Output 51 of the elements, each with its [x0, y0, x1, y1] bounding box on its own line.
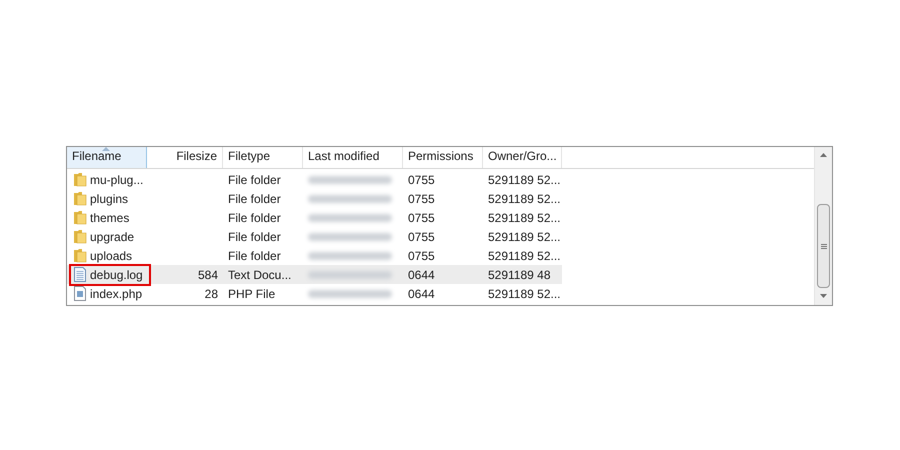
- owner-group: 5291189 52...: [488, 228, 561, 246]
- scroll-thumb[interactable]: [817, 204, 830, 288]
- scroll-down-icon[interactable]: [820, 294, 827, 298]
- owner-group: 5291189 52...: [488, 246, 561, 264]
- folder-icon: [73, 210, 87, 225]
- file-row[interactable]: upgrade File folder 0755 5291189 52...: [67, 227, 562, 246]
- folder-icon: [73, 248, 87, 263]
- file-row[interactable]: themes File folder 0755 5291189 52...: [67, 208, 562, 227]
- owner-group: 5291189 52...: [488, 170, 561, 188]
- file-type: File folder: [228, 172, 281, 188]
- permissions: 0644: [408, 286, 435, 302]
- file-type: Text Docu...: [228, 266, 292, 284]
- permissions: 0755: [408, 172, 435, 188]
- file-size: 584: [198, 266, 218, 284]
- file-type: File folder: [228, 210, 281, 226]
- file-name: debug.log: [90, 266, 143, 284]
- file-name: upgrade: [90, 228, 134, 246]
- file-type: File folder: [228, 228, 281, 246]
- owner-group: 5291189 52...: [488, 208, 561, 226]
- file-icon: [73, 286, 87, 301]
- file-row[interactable]: debug.log 584 Text Docu... 0644 5291189 48: [67, 265, 562, 284]
- owner-group: 5291189 52...: [488, 284, 561, 302]
- permissions: 0755: [408, 248, 435, 264]
- owner-group: 5291189 52...: [488, 190, 561, 208]
- file-type: File folder: [228, 248, 281, 264]
- file-name: index.php: [90, 286, 142, 302]
- file-name: themes: [90, 210, 130, 226]
- folder-icon: [73, 229, 87, 244]
- file-row[interactable]: mu-plug... File folder 0755 5291189 52...: [67, 170, 562, 189]
- file-type: PHP File: [228, 286, 276, 302]
- permissions: 0644: [408, 266, 435, 284]
- permissions: 0755: [408, 190, 435, 208]
- folder-icon: [73, 172, 87, 187]
- file-name: mu-plug...: [90, 172, 144, 188]
- file-name: plugins: [90, 190, 128, 208]
- sort-arrow-icon: [102, 147, 110, 151]
- file-row[interactable]: index.php 28 PHP File 0644 5291189 52...: [67, 284, 562, 303]
- scroll-up-icon[interactable]: [820, 153, 827, 157]
- file-type: File folder: [228, 190, 281, 208]
- file-row[interactable]: uploads File folder 0755 5291189 52...: [67, 246, 562, 265]
- file-name: uploads: [90, 248, 132, 264]
- file-size: 28: [204, 286, 218, 302]
- scrollbar[interactable]: [814, 147, 832, 305]
- column-header[interactable]: Filename: [67, 147, 147, 168]
- permissions: 0755: [408, 228, 435, 246]
- owner-group: 5291189 48: [488, 266, 551, 284]
- text-file-icon: [73, 267, 87, 282]
- file-row[interactable]: plugins File folder 0755 5291189 52...: [67, 189, 562, 208]
- folder-icon: [73, 191, 87, 206]
- grip-icon: [820, 244, 826, 248]
- permissions: 0755: [408, 210, 435, 226]
